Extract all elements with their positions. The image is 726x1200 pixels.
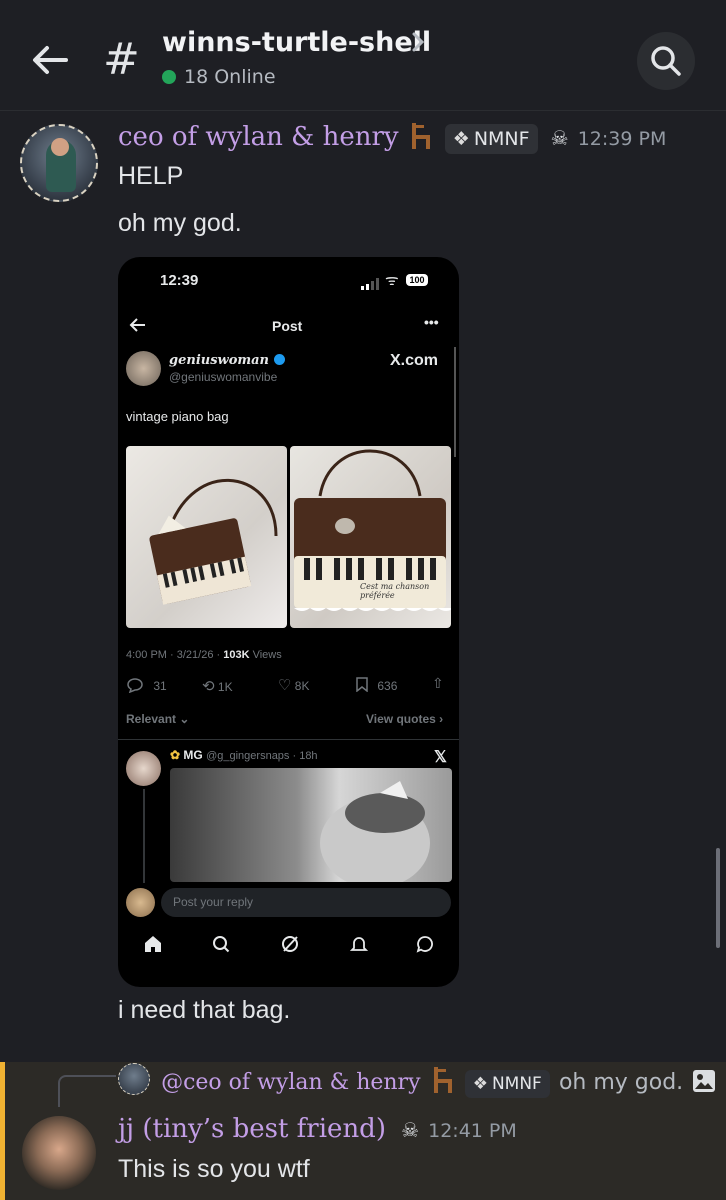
channel-header: # winns-turtle-shell 18 Online — [0, 0, 726, 111]
timestamp: 12:41 PM — [428, 1120, 517, 1142]
online-dot-icon — [162, 70, 176, 84]
message-line: HELP — [118, 162, 184, 190]
chair-emoji-icon — [410, 123, 432, 149]
diamond-icon: ❖ — [452, 128, 470, 150]
reply-ref-text: oh my god. — [558, 1070, 684, 1095]
post-meta: 4:00 PM · 3/21/26 · 103K Views — [126, 649, 282, 661]
like-stat[interactable]: ♡ 8K — [278, 676, 309, 694]
avatar — [118, 1063, 150, 1095]
share-icon[interactable]: ⇧ — [432, 675, 444, 692]
reply-image[interactable] — [170, 768, 452, 882]
timestamp: 12:39 PM — [577, 128, 667, 150]
divider — [118, 739, 459, 740]
back-arrow-icon[interactable] — [30, 40, 74, 84]
repost-icon: ⟲ — [202, 678, 215, 695]
username[interactable]: ceo of wylan & henry — [118, 122, 399, 152]
grok-icon[interactable] — [281, 935, 299, 957]
heart-icon: ♡ — [278, 677, 292, 694]
username[interactable]: jj (tiny’s best friend) — [118, 1114, 386, 1144]
chevron-down-icon: ⌄ — [179, 712, 190, 726]
avatar[interactable] — [126, 351, 161, 386]
reply-ref-tag: NMNF — [491, 1074, 542, 1094]
reply-connector — [58, 1075, 116, 1107]
post-image[interactable] — [126, 446, 287, 628]
bell-icon[interactable] — [349, 935, 369, 957]
repost-stat[interactable]: ⟲ 1K — [202, 677, 233, 695]
bag-text: Cest ma chanson préférée — [360, 582, 430, 600]
message-header: jj (tiny’s best friend) ☠ 12:41 PM — [118, 1114, 517, 1144]
bookmark-stat[interactable]: 636 — [356, 677, 397, 693]
chevron-right-icon: › — [439, 712, 444, 726]
reply-reference[interactable]: @ceo of wylan & henry ❖ NMNF oh my god. — [118, 1063, 716, 1098]
avatar — [126, 888, 155, 917]
more-icon[interactable]: ••• — [424, 314, 439, 330]
reply-icon — [127, 678, 143, 694]
home-icon[interactable] — [144, 935, 162, 957]
mention-highlight-bar — [0, 1062, 5, 1200]
search-icon — [651, 46, 681, 76]
battery-icon: 100 — [406, 274, 428, 286]
post-text: vintage piano bag — [126, 409, 229, 424]
author-name-text: geniuswoman — [169, 353, 270, 368]
server-tag-label: NMNF — [473, 128, 530, 150]
bookmark-icon — [356, 677, 368, 693]
flower-icon: ✿ — [170, 748, 181, 762]
x-logo-icon: 𝕏 — [434, 749, 447, 766]
server-tag[interactable]: ❖ NMNF — [444, 124, 538, 154]
author-handle: @geniuswomanvibe — [169, 370, 278, 384]
signal-icon — [361, 275, 379, 294]
repost-count: 1K — [217, 680, 233, 694]
reply-handle: @g_gingersnaps · 18h — [206, 750, 318, 762]
site-label: X.com — [390, 352, 439, 369]
server-tag: ❖ NMNF — [464, 1070, 550, 1098]
reply-input[interactable]: Post your reply — [161, 888, 451, 917]
online-count: 18 Online — [162, 66, 276, 88]
search-button[interactable] — [637, 32, 695, 90]
channel-name[interactable]: winns-turtle-shell — [162, 27, 431, 58]
back-arrow-icon[interactable] — [128, 317, 146, 337]
diamond-icon: ❖ — [472, 1074, 488, 1094]
channel-hash-icon: # — [103, 34, 140, 85]
reply-ref-username: @ceo of wylan & henry — [161, 1070, 421, 1095]
status-time: 12:39 — [160, 272, 199, 289]
chair-emoji-icon — [432, 1067, 454, 1093]
avatar[interactable] — [20, 124, 98, 202]
message-header: ceo of wylan & henry ❖ NMNF ☠ 12:39 PM — [118, 122, 667, 154]
avatar[interactable] — [22, 1116, 96, 1190]
chevron-right-icon[interactable] — [410, 30, 426, 60]
reply-count: 31 — [153, 679, 167, 693]
sort-label: Relevant — [126, 712, 177, 726]
reply-placeholder: Post your reply — [173, 895, 254, 909]
view-quotes-link[interactable]: View quotes › — [366, 712, 443, 726]
thread-line — [143, 789, 145, 883]
image-icon — [692, 1069, 716, 1097]
post-image[interactable]: Cest ma chanson préférée — [290, 446, 451, 628]
skull-badge-icon: ☠ — [401, 1118, 420, 1142]
online-text: 18 Online — [184, 66, 276, 88]
message-line: oh my god. — [118, 209, 242, 237]
skull-badge-icon: ☠ — [550, 126, 569, 150]
reply-author[interactable]: ✿ MG @g_gingersnaps · 18h — [170, 748, 318, 762]
image-attachment[interactable]: 12:39 ᯤ 100 Post ••• geniuswoman @genius… — [118, 257, 459, 987]
message-line: This is so you wtf — [118, 1155, 310, 1183]
author-name[interactable]: geniuswoman — [169, 353, 285, 368]
view-count: 103K — [223, 649, 250, 661]
view-quotes-label: View quotes — [366, 712, 436, 726]
bookmark-count: 636 — [377, 679, 398, 693]
views-label: Views — [249, 649, 282, 661]
messages-icon[interactable] — [416, 935, 434, 957]
scrollbar[interactable] — [716, 848, 720, 948]
scrollbar[interactable] — [454, 347, 456, 457]
post-title: Post — [272, 318, 303, 334]
reply-stat[interactable]: 31 — [126, 677, 167, 694]
message-line: i need that bag. — [118, 996, 291, 1024]
avatar[interactable] — [126, 751, 161, 786]
search-icon[interactable] — [212, 935, 230, 957]
sort-dropdown[interactable]: Relevant ⌄ — [126, 712, 189, 726]
verified-icon — [273, 354, 285, 365]
post-time: 4:00 PM · 3/21/26 · — [126, 649, 224, 661]
like-count: 8K — [294, 679, 310, 693]
reply-name: MG — [183, 748, 203, 762]
wifi-icon: ᯤ — [385, 272, 399, 289]
